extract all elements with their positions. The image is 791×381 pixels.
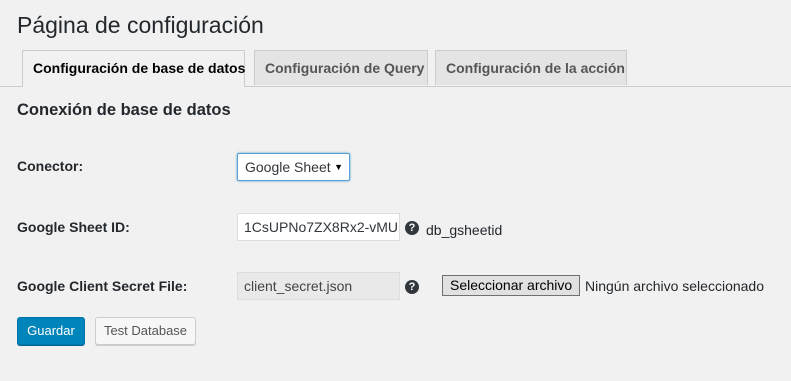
test-database-button[interactable]: Test Database [95,317,196,345]
question-circle-icon[interactable]: ? [405,280,419,294]
triangle-down-icon: ▼ [334,162,343,172]
connector-select[interactable]: Google Sheet ▼ [237,153,350,181]
save-button[interactable]: Guardar [17,317,85,345]
section-title: Conexión de base de datos [17,101,231,119]
tab-query-settings[interactable]: Configuración de Query [254,50,428,85]
tab-database-settings[interactable]: Configuración de base de datos [22,50,245,87]
secret-file-label: Google Client Secret File: [17,278,188,294]
file-status-text: Ningún archivo seleccionado [585,278,764,294]
choose-file-button[interactable]: Seleccionar archivo [442,275,581,296]
page-title: Página de configuración [17,12,264,38]
sheet-id-input[interactable]: 1CsUPNo7ZX8Rx2-vMUI [237,213,400,241]
connector-select-value: Google Sheet [245,159,331,175]
secret-file-input: client_secret.json [237,272,400,300]
tab-action-settings[interactable]: Configuración de la acción [435,50,627,85]
connector-label: Conector: [17,158,84,174]
sheet-id-label: Google Sheet ID: [17,219,130,235]
sheet-id-hint: db_gsheetid [426,222,503,238]
tab-bar: Configuración de base de datos Configura… [0,50,791,87]
question-circle-icon[interactable]: ? [405,221,419,235]
